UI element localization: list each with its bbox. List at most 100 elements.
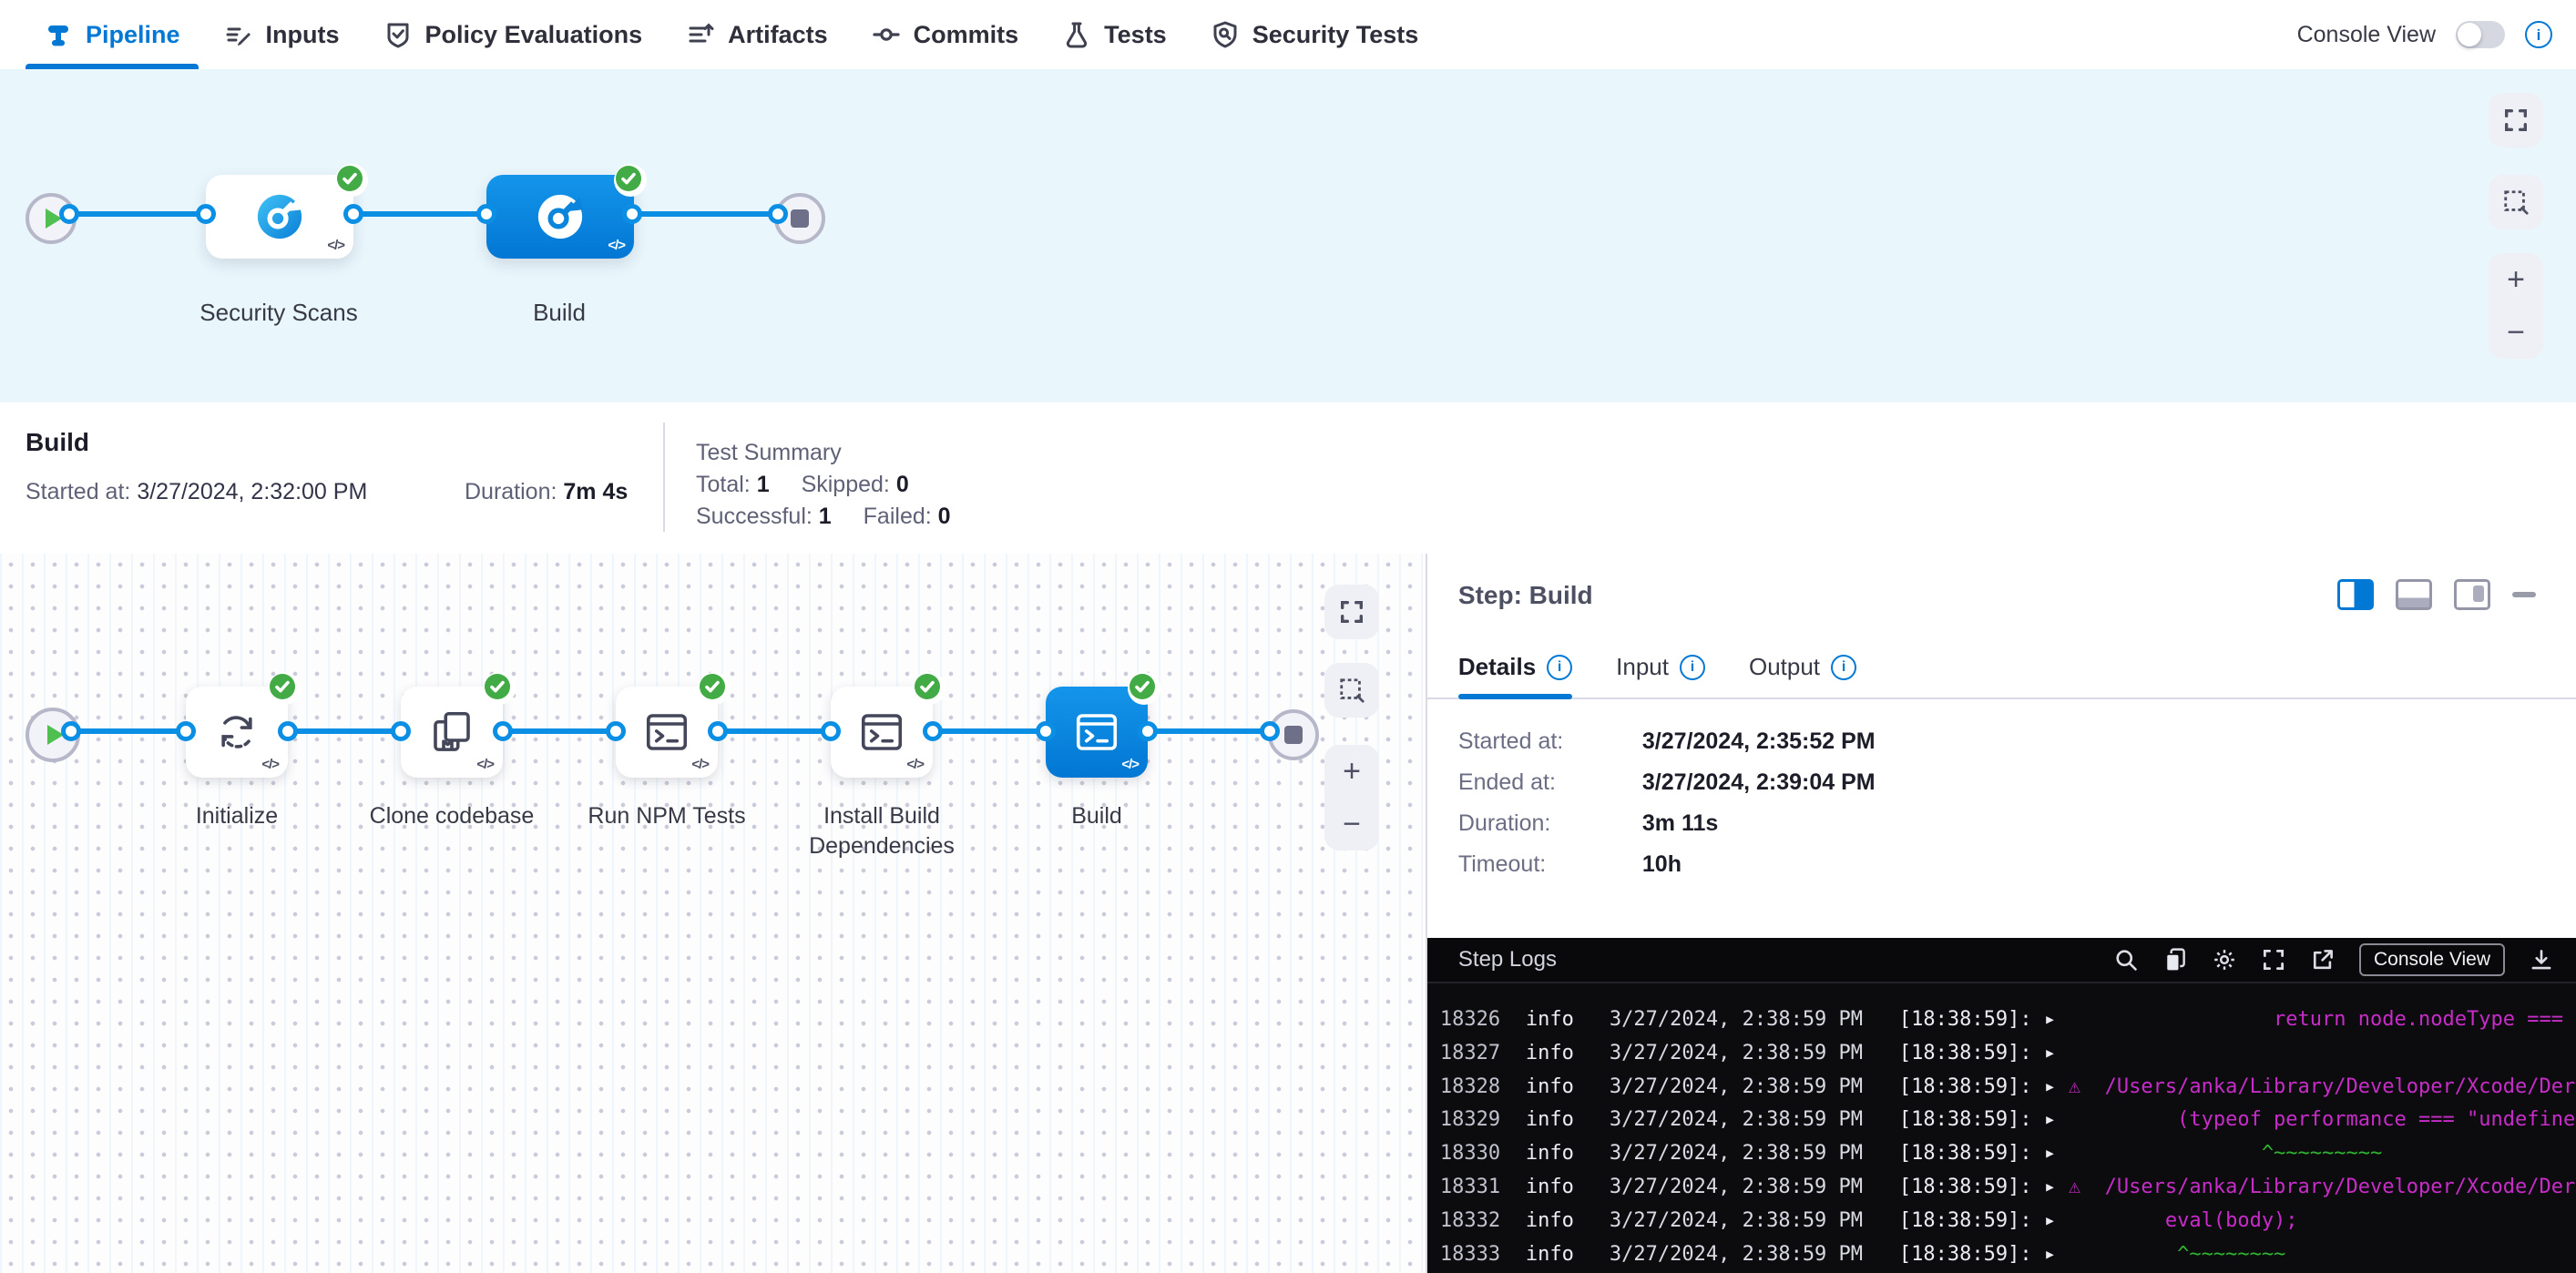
info-icon[interactable]: i xyxy=(1831,655,1856,680)
code-icon: </> xyxy=(476,757,494,772)
node-port xyxy=(821,721,841,741)
tab-details[interactable]: Details i xyxy=(1458,653,1572,698)
info-icon[interactable]: i xyxy=(1680,655,1705,680)
panel-title: Step: Build xyxy=(1458,581,1593,610)
log-date: 3/27/2024, 2:38:59 PM xyxy=(1610,1003,1899,1037)
zoom-in-button[interactable]: + xyxy=(2489,253,2543,306)
step-label[interactable]: Run NPM Tests xyxy=(579,801,754,831)
console-view-label: Console View xyxy=(2297,22,2436,48)
failed-value: 0 xyxy=(938,504,951,529)
step-label[interactable]: Initialize xyxy=(149,801,324,831)
log-message: (typeof performance === "undefined" || !… xyxy=(2069,1104,2576,1137)
canvas-zoom-controls: + − xyxy=(2489,253,2543,359)
test-summary-title: Test Summary xyxy=(696,437,976,469)
skipped-label: Skipped: xyxy=(802,472,890,497)
zoom-out-button[interactable]: − xyxy=(2489,306,2543,359)
code-icon: </> xyxy=(906,757,924,772)
node-port xyxy=(196,204,216,224)
log-level: info xyxy=(1526,1171,1610,1205)
download-icon[interactable] xyxy=(2529,947,2554,973)
detail-label: Started at: xyxy=(1458,728,1563,755)
info-icon[interactable]: i xyxy=(1547,655,1572,680)
canvas-select-button[interactable] xyxy=(1324,663,1379,718)
tab-tests[interactable]: Tests xyxy=(1040,0,1189,69)
log-date: 3/27/2024, 2:38:59 PM xyxy=(1610,1238,1899,1272)
zoom-out-button[interactable]: − xyxy=(1324,798,1379,850)
stop-icon xyxy=(791,209,809,228)
log-line-number: 18333 xyxy=(1427,1238,1526,1272)
tab-label: Output xyxy=(1749,653,1820,681)
build-summary: Build Started at: 3/27/2024, 2:32:00 PM … xyxy=(0,402,2576,555)
step-details: Started at: 3/27/2024, 2:35:52 PM Ended … xyxy=(1427,728,2576,892)
log-lines[interactable]: 18326info3/27/2024, 2:38:59 PM[18:38:59]… xyxy=(1427,985,2576,1273)
layout-right-panel-icon[interactable] xyxy=(2337,579,2374,610)
minimize-panel-icon[interactable] xyxy=(2512,592,2536,597)
failed-label: Failed: xyxy=(864,504,932,529)
stage-label[interactable]: Security Scans xyxy=(199,299,357,327)
toggle-knob xyxy=(2458,23,2481,46)
tab-policy-evaluations[interactable]: Policy Evaluations xyxy=(362,0,665,69)
tab-inputs[interactable]: Inputs xyxy=(202,0,362,69)
log-level: info xyxy=(1526,1037,1610,1071)
detail-value: 3/27/2024, 2:39:04 PM xyxy=(1642,769,1876,796)
summary-title: Build xyxy=(26,428,89,457)
success-badge xyxy=(268,672,301,705)
canvas-fullscreen-button[interactable] xyxy=(2489,93,2543,148)
step-label[interactable]: Clone codebase xyxy=(364,801,539,831)
stage-graph-canvas[interactable]: </> Security Scans </> Build xyxy=(0,69,2576,402)
canvas-zoom-controls: + − xyxy=(1324,745,1379,850)
detail-label: Ended at: xyxy=(1458,769,1556,796)
log-level: info xyxy=(1526,1205,1610,1238)
step-logs-toolbar: Step Logs xyxy=(1427,938,2576,983)
log-line: 18333info3/27/2024, 2:38:59 PM[18:38:59]… xyxy=(1427,1238,2576,1272)
log-line-number: 18330 xyxy=(1427,1137,1526,1171)
tab-label: Pipeline xyxy=(86,21,180,49)
step-label[interactable]: Install Build Dependencies xyxy=(794,801,969,861)
tab-output[interactable]: Output i xyxy=(1749,653,1856,698)
code-icon: </> xyxy=(1121,757,1139,772)
log-level: info xyxy=(1526,1238,1610,1272)
connector-line xyxy=(69,211,796,217)
copy-icon[interactable] xyxy=(2162,947,2188,973)
log-level: info xyxy=(1526,1104,1610,1137)
stage-node-build[interactable]: </> xyxy=(486,175,634,259)
console-view-button[interactable]: Console View xyxy=(2359,943,2505,976)
info-icon[interactable]: i xyxy=(2525,21,2552,48)
canvas-select-button[interactable] xyxy=(2489,175,2543,229)
successful-label: Successful: xyxy=(696,504,813,529)
open-in-new-icon[interactable] xyxy=(2310,947,2336,973)
layout-bottom-panel-icon[interactable] xyxy=(2396,579,2432,610)
console-view-toggle[interactable] xyxy=(2456,21,2505,48)
log-line-number: 18329 xyxy=(1427,1104,1526,1137)
canvas-fullscreen-button[interactable] xyxy=(1324,585,1379,639)
search-icon[interactable] xyxy=(2113,947,2139,973)
nav-right: Console View i xyxy=(2297,21,2576,48)
stage-node-security-scans[interactable]: </> xyxy=(206,175,353,259)
stage-label[interactable]: Build xyxy=(533,299,586,327)
tab-artifacts[interactable]: Artifacts xyxy=(664,0,850,69)
fullscreen-icon[interactable] xyxy=(2261,947,2286,973)
detail-label: Duration: xyxy=(1458,810,1550,837)
log-time: [18:38:59]: ▸ xyxy=(1899,1071,2069,1105)
tab-input[interactable]: Input i xyxy=(1616,653,1705,698)
stop-icon xyxy=(1284,726,1303,744)
success-badge xyxy=(913,672,946,705)
settings-gear-icon[interactable] xyxy=(2212,947,2237,973)
zoom-in-button[interactable]: + xyxy=(1324,745,1379,798)
log-message xyxy=(2069,1037,2576,1071)
tab-pipeline[interactable]: Pipeline xyxy=(22,0,202,69)
node-port xyxy=(1138,721,1158,741)
scan-stage-icon xyxy=(536,192,585,241)
policy-shield-icon xyxy=(383,20,413,49)
log-date: 3/27/2024, 2:38:59 PM xyxy=(1610,1071,1899,1105)
tab-commits[interactable]: Commits xyxy=(850,0,1041,69)
step-graph-canvas[interactable]: </> Initialize </> Clone codebase xyxy=(0,554,1427,1273)
layout-floating-panel-icon[interactable] xyxy=(2454,579,2490,610)
tab-security-tests[interactable]: Security Tests xyxy=(1189,0,1441,69)
artifacts-icon xyxy=(686,20,715,49)
code-icon: </> xyxy=(261,757,279,772)
log-time: [18:38:59]: ▸ xyxy=(1899,1003,2069,1037)
step-label[interactable]: Build xyxy=(1009,801,1184,831)
detail-row: Ended at: 3/27/2024, 2:39:04 PM xyxy=(1427,769,2576,810)
skipped-value: 0 xyxy=(896,472,909,497)
